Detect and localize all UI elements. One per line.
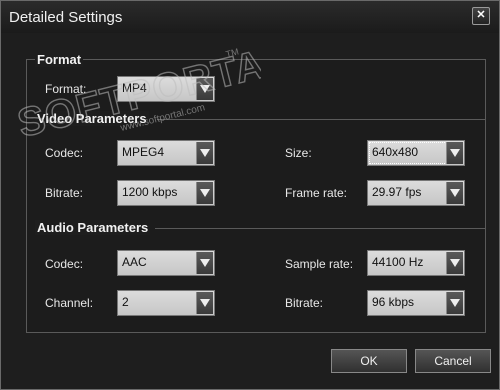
window-title: Detailed Settings [9,9,123,26]
audio-codec-select[interactable]: AAC [117,250,215,276]
video-size-label: Size: [285,146,312,160]
watermark-tm: TM [225,46,240,59]
format-label: Format: [45,82,87,96]
video-framerate-value: 29.97 fps [372,185,422,199]
video-size-select[interactable]: 640x480 [367,140,465,166]
video-size-value: 640x480 [372,145,419,159]
audio-samplerate-label: Sample rate: [285,257,354,271]
detailed-settings-window: Detailed Settings ✕ Format Format: MP4 V… [0,0,500,390]
video-codec-label: Codec: [45,146,84,160]
close-button[interactable]: ✕ [472,7,490,25]
audio-channel-label: Channel: [45,296,94,310]
audio-samplerate-value: 44100 Hz [372,255,424,269]
audio-codec-value: AAC [122,255,147,269]
chevron-down-icon [196,182,213,204]
chevron-down-icon [196,78,213,100]
video-framerate-label: Frame rate: [285,186,348,200]
audio-bitrate-select[interactable]: 96 kbps [367,290,465,316]
audio-channel-value: 2 [122,295,129,309]
chevron-down-icon [196,292,213,314]
format-section-title: Format [35,52,84,67]
format-select-value: MP4 [122,81,147,95]
audio-codec-label: Codec: [45,257,84,271]
video-bitrate-value: 1200 kbps [122,185,178,199]
chevron-down-icon [446,292,463,314]
ok-button[interactable]: OK [331,349,407,373]
chevron-down-icon [446,252,463,274]
video-divider [157,119,485,120]
video-codec-select[interactable]: MPEG4 [117,140,215,166]
audio-channel-select[interactable]: 2 [117,290,215,316]
chevron-down-icon [196,252,213,274]
audio-bitrate-value: 96 kbps [372,295,415,309]
video-codec-value: MPEG4 [122,145,165,159]
audio-samplerate-select[interactable]: 44100 Hz [367,250,465,276]
video-bitrate-select[interactable]: 1200 kbps [117,180,215,206]
cancel-button[interactable]: Cancel [415,349,491,373]
format-select[interactable]: MP4 [117,76,215,102]
audio-divider [155,228,485,229]
chevron-down-icon [196,142,213,164]
audio-section-title: Audio Parameters [35,220,151,235]
chevron-down-icon [446,142,463,164]
audio-bitrate-label: Bitrate: [285,296,324,310]
close-icon: ✕ [476,9,486,21]
video-framerate-select[interactable]: 29.97 fps [367,180,465,206]
video-section-title: Video Parameters [35,111,149,126]
chevron-down-icon [446,182,463,204]
video-bitrate-label: Bitrate: [45,186,84,200]
title-bar: Detailed Settings ✕ [1,1,499,33]
